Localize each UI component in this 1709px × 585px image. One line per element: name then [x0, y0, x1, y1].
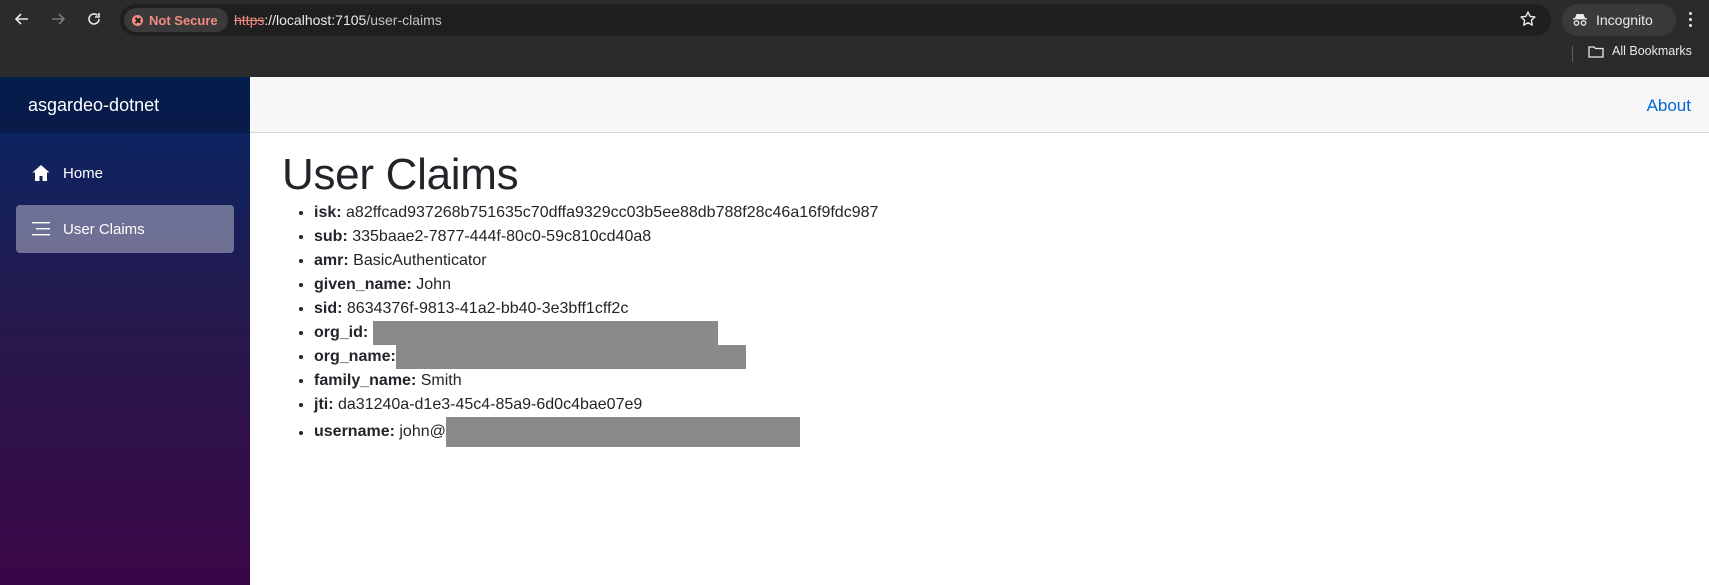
claim-value: Smith	[420, 372, 462, 390]
sidebar-item-home[interactable]: Home	[16, 149, 234, 197]
arrow-left-icon	[14, 13, 28, 25]
sidebar-item-label: User Claims	[63, 220, 145, 238]
security-label: Not Secure	[149, 12, 218, 28]
brand-name: asgardeo-dotnet	[28, 94, 160, 115]
reload-button[interactable]	[81, 6, 107, 32]
claim-key: given_name:	[314, 276, 412, 293]
redacted-value	[445, 417, 800, 448]
claim-item: sid: 8634376f-9813-41a2-bb40-3e3bff1cff2…	[314, 297, 878, 321]
claim-key: sid:	[314, 300, 343, 317]
url-scheme: https	[234, 12, 265, 28]
sidebar: asgardeo-dotnet Home User Claims	[0, 77, 250, 585]
claim-key: isk:	[314, 204, 342, 221]
arrow-right-icon	[52, 13, 66, 25]
about-link[interactable]: About	[1647, 96, 1691, 116]
all-bookmarks-label: All Bookmarks	[1612, 44, 1692, 58]
home-icon	[32, 165, 50, 181]
star-icon	[1520, 11, 1536, 26]
url-host: ://localhost:7105	[264, 12, 367, 28]
reload-icon	[88, 13, 100, 25]
url-text[interactable]: https://localhost:7105/user-claims	[234, 12, 442, 28]
incognito-label: Incognito	[1596, 12, 1653, 28]
claim-key: jti:	[314, 396, 334, 414]
browser-menu-button[interactable]	[1680, 8, 1700, 30]
claim-value: John	[416, 276, 451, 293]
bookmark-star-button[interactable]	[1519, 10, 1537, 33]
list-icon	[32, 222, 50, 236]
browser-toolbar: Not Secure https://localhost:7105/user-c…	[0, 0, 1709, 38]
claim-key: sub:	[314, 228, 348, 245]
claim-item: org_name:	[314, 345, 878, 370]
claim-value: 8634376f-9813-41a2-bb40-3e3bff1cff2c	[346, 300, 629, 317]
claims-list: isk: a82ffcad937268b751635c70dffa9329cc0…	[282, 201, 878, 448]
claim-item: org_id:	[314, 321, 878, 345]
claim-key: org_name:	[314, 348, 396, 366]
claim-key: family_name:	[314, 372, 417, 390]
claim-key: amr:	[314, 252, 349, 269]
redacted-value	[372, 321, 718, 345]
sidebar-item-user-claims[interactable]: User Claims	[16, 205, 234, 253]
warning-icon	[132, 14, 143, 26]
content: User Claims isk: a82ffcad937268b751635c7…	[282, 133, 878, 448]
claim-key: username:	[314, 423, 395, 441]
bookmarks-bar: All Bookmarks	[0, 40, 1709, 70]
back-button[interactable]	[9, 6, 35, 32]
app: asgardeo-dotnet Home User Claims About U…	[0, 77, 1709, 585]
claim-item: given_name: John	[314, 273, 878, 297]
browser-chrome: Not Secure https://localhost:7105/user-c…	[0, 0, 1709, 77]
claim-value: john@	[399, 423, 446, 441]
claim-key: org_id:	[314, 324, 369, 342]
forward-button[interactable]	[45, 6, 71, 32]
claim-item: jti: da31240a-d1e3-45c4-85a9-6d0c4bae07e…	[314, 393, 878, 417]
claim-item: username: john@	[314, 417, 878, 448]
claim-item: family_name: Smith	[314, 369, 878, 393]
security-chip[interactable]: Not Secure	[124, 8, 228, 32]
main-area: About User Claims isk: a82ffcad937268b75…	[250, 77, 1709, 585]
incognito-chip[interactable]: Incognito	[1562, 4, 1676, 36]
all-bookmarks-button[interactable]: All Bookmarks	[1588, 44, 1692, 58]
claim-value: da31240a-d1e3-45c4-85a9-6d0c4bae07e9	[338, 396, 643, 414]
redacted-value	[395, 345, 746, 370]
top-row: About	[250, 77, 1709, 133]
brand[interactable]: asgardeo-dotnet	[0, 77, 250, 133]
incognito-icon	[1573, 14, 1587, 26]
claim-item: sub: 335baae2-7877-444f-80c0-59c810cd40a…	[314, 225, 878, 249]
address-bar[interactable]: Not Secure https://localhost:7105/user-c…	[120, 4, 1551, 36]
claim-item: amr: BasicAuthenticator	[314, 249, 878, 273]
claim-value: a82ffcad937268b751635c70dffa9329cc03b5ee…	[346, 204, 879, 221]
page-title: User Claims	[282, 150, 519, 199]
claim-item: isk: a82ffcad937268b751635c70dffa9329cc0…	[314, 201, 878, 225]
url-path: /user-claims	[366, 12, 442, 28]
sidebar-item-label: Home	[63, 164, 104, 182]
claim-value: 335baae2-7877-444f-80c0-59c810cd40a8	[352, 228, 652, 245]
bookmarks-divider	[1572, 46, 1573, 62]
claim-value: BasicAuthenticator	[353, 252, 487, 269]
folder-icon	[1588, 45, 1604, 58]
